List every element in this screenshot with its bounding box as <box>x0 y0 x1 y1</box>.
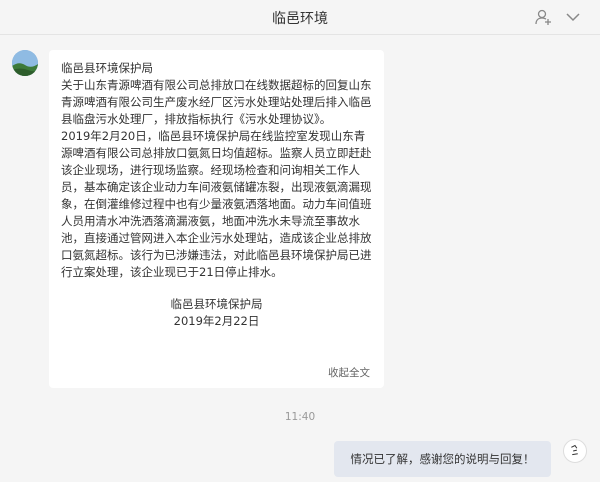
incoming-message-bubble: 临邑县环境保护局 关于山东青源啤酒有限公司总排放口在线数据超标的回复山东青源啤酒… <box>49 50 384 388</box>
header-actions <box>534 8 582 26</box>
message-sender: 临邑县环境保护局 <box>61 61 153 75</box>
outgoing-message-bubble: 情况已了解，感谢您的说明与回复！ <box>334 441 551 477</box>
sender-avatar[interactable] <box>12 50 38 76</box>
collapse-link[interactable]: 收起全文 <box>328 365 370 382</box>
add-user-icon[interactable] <box>534 8 552 26</box>
message-paragraph: 关于山东青源啤酒有限公司总排放口在线数据超标的回复山东青源啤酒有限公司生产废水经… <box>61 78 372 126</box>
user-avatar[interactable] <box>563 439 587 463</box>
signature-date: 2019年2月22日 <box>173 314 260 328</box>
signature-org: 临邑县环境保护局 <box>170 297 263 311</box>
chat-title: 临邑环境 <box>272 11 328 27</box>
title-bar: 临邑环境 <box>0 0 600 35</box>
chevron-down-icon[interactable] <box>564 8 582 26</box>
message-timestamp: 11:40 <box>284 411 316 423</box>
message-signature: 临邑县环境保护局 2019年2月22日 <box>61 296 372 330</box>
chat-area: 临邑县环境保护局 关于山东青源啤酒有限公司总排放口在线数据超标的回复山东青源啤酒… <box>0 36 600 482</box>
message-paragraph: 2019年2月20日，临邑县环境保护局在线监控室发现山东青源啤酒有限公司总排放口… <box>61 129 372 279</box>
